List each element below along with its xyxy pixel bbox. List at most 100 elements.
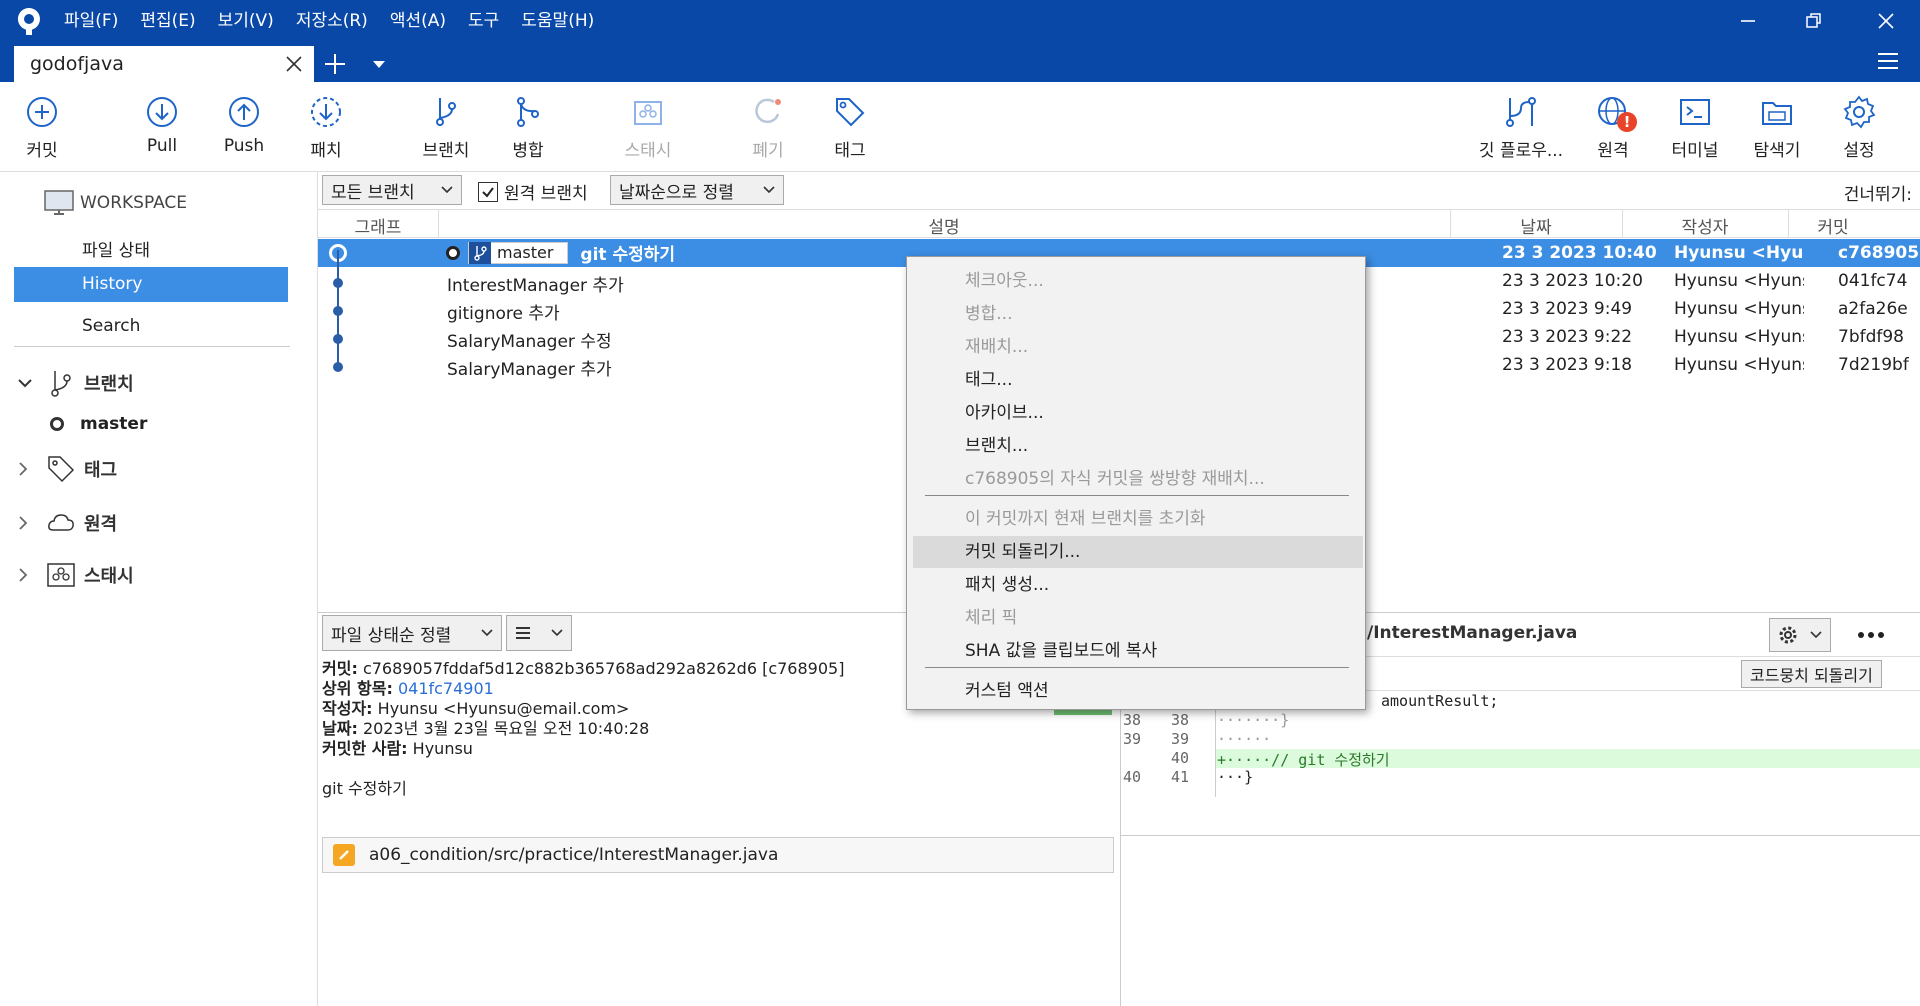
commit-message: git 수정하기 [580,245,676,265]
settings-label: 설정 [1843,141,1875,161]
globe-icon: ! [1595,94,1637,132]
merge-button[interactable]: 병합 [483,94,573,161]
merge-icon [510,94,546,130]
gitflow-label: 깃 플로우... [1478,141,1564,161]
sidebar-section-remotes[interactable]: 원격 [18,508,117,538]
detail-commit: 커밋: c7689057fddaf5d12c882b365768ad292a82… [322,659,844,679]
diff-line-text: ·······} [1217,711,1290,729]
col-author[interactable]: 작성자 [1622,213,1788,238]
file-sort-select[interactable]: 파일 상태순 정렬 [322,615,502,651]
menu-item-checkout[interactable]: 체크아웃... [913,265,1363,297]
menu-help[interactable]: 도움말(H) [521,10,594,32]
old-line-number: 39 [1123,730,1142,748]
menu-item-create-patch[interactable]: 패치 생성... [913,569,1363,601]
sidebar-section-stashes[interactable]: 스태시 [18,560,134,590]
pull-label: Pull [146,136,178,156]
menu-actions[interactable]: 액션(A) [390,10,446,32]
commit-message: gitignore 추가 [447,304,560,324]
tag-button[interactable]: 태그 [805,94,895,161]
push-button[interactable]: Push [199,94,289,156]
col-commit[interactable]: 커밋 [1788,213,1878,238]
repo-tab-title: godofjava [30,53,124,75]
tab-dropdown-icon[interactable] [366,52,392,76]
gitflow-button[interactable]: 깃 플로우... [1474,94,1568,161]
menu-tools[interactable]: 도구 [468,10,499,32]
chevron-right-icon [18,462,34,476]
sidebar-branch-master[interactable]: master [50,414,147,434]
changed-file-row[interactable]: a06_condition/src/practice/InterestManag… [322,837,1114,873]
menu-item-revert-commit[interactable]: 커밋 되돌리기... [913,536,1363,568]
cloud-icon [46,508,76,538]
menu-item-tag[interactable]: 태그... [913,364,1363,396]
old-line-number: 40 [1123,768,1142,786]
sourcetree-logo-icon [14,6,44,36]
sidebar-divider [14,346,290,347]
menu-edit[interactable]: 편집(E) [140,10,195,32]
detail-parent-label: 상위 항목: [322,679,393,698]
menu-item-rebase-children[interactable]: c768905의 자식 커밋을 쌍방향 재배치... [913,463,1363,495]
menu-separator [925,667,1349,668]
current-branch-dot-icon [50,417,64,431]
menu-item-custom-actions[interactable]: 커스텀 액션 [913,675,1363,707]
menu-item-copy-sha[interactable]: SHA 값을 클립보드에 복사 [913,635,1363,667]
menu-view[interactable]: 보기(V) [218,10,274,32]
tag-icon [46,454,76,484]
chevron-right-icon [18,568,34,582]
col-description[interactable]: 설명 [438,213,1450,238]
more-options-icon[interactable] [1857,623,1885,647]
terminal-icon [1677,94,1713,130]
stash-button[interactable]: 스태시 [603,94,693,161]
menu-item-reset[interactable]: 이 커밋까지 현재 브랜치를 초기화 [913,503,1363,535]
sidebar-section-tags[interactable]: 태그 [18,454,117,484]
revert-hunk-button[interactable]: 코드뭉치 되돌리기 [1741,660,1882,688]
settings-button[interactable]: 설정 [1814,94,1904,161]
sidebar-item-history[interactable]: History [14,267,288,302]
menu-item-archive[interactable]: 아카이브... [913,397,1363,429]
discard-button[interactable]: 폐기 [723,94,813,161]
hamburger-menu-icon[interactable] [1876,50,1906,76]
remote-branches-checkbox[interactable]: 원격 브랜치 [478,179,588,204]
repo-tab[interactable]: godofjava [14,46,314,82]
view-mode-select[interactable] [506,615,572,651]
diff-line-added: 40 +·····// git 수정하기 [1121,749,1920,769]
sidebar-item-file-status[interactable]: 파일 상태 [82,236,150,261]
sidebar-item-search[interactable]: Search [82,316,140,336]
detail-commit-value: c7689057fddaf5d12c882b365768ad292a8262d6… [362,659,845,678]
terminal-button[interactable]: 터미널 [1650,94,1740,161]
sort-select[interactable]: 날짜순으로 정렬 [610,175,784,205]
new-tab-button[interactable] [320,50,350,78]
arrow-down-circle-icon [144,94,180,130]
detail-committer: 커밋한 사람: Hyunsu [322,739,844,759]
chevron-down-icon [18,378,34,388]
alert-badge-icon: ! [1617,112,1637,132]
fetch-button[interactable]: 패치 [281,94,371,161]
minimize-button[interactable] [1734,8,1762,34]
commit-button[interactable]: 커밋 [0,94,87,161]
menu-file[interactable]: 파일(F) [64,10,118,32]
branch-button[interactable]: 브랜치 [401,94,491,161]
menu-item-merge[interactable]: 병합... [913,298,1363,330]
menu-item-branch[interactable]: 브랜치... [913,430,1363,462]
restore-button[interactable] [1800,8,1828,34]
commit-date: 23 3 2023 10:40 [1502,243,1657,263]
col-date[interactable]: 날짜 [1450,213,1622,238]
menu-separator [925,495,1349,496]
menu-item-rebase[interactable]: 재배치... [913,331,1363,363]
branch-label-master[interactable]: master [468,241,569,264]
fetch-label: 패치 [310,141,342,161]
branch-filter-select[interactable]: 모든 브랜치 [322,175,462,205]
pull-button[interactable]: Pull [117,94,207,156]
explorer-button[interactable]: 탐색기 [1732,94,1822,161]
sidebar-section-branches[interactable]: 브랜치 [18,368,134,398]
col-graph[interactable]: 그래프 [318,213,438,238]
gitflow-icon [1503,94,1539,130]
commit-message: SalaryManager 수정 [447,332,612,352]
menu-item-cherry-pick[interactable]: 체리 픽 [913,602,1363,634]
parent-commit-link[interactable]: 041fc74901 [398,679,494,698]
close-window-button[interactable] [1872,8,1900,34]
menu-repository[interactable]: 저장소(R) [296,10,368,32]
remote-button[interactable]: ! 원격 [1568,94,1658,161]
diff-options-select[interactable] [1769,618,1831,652]
tab-close-icon[interactable] [284,54,304,74]
